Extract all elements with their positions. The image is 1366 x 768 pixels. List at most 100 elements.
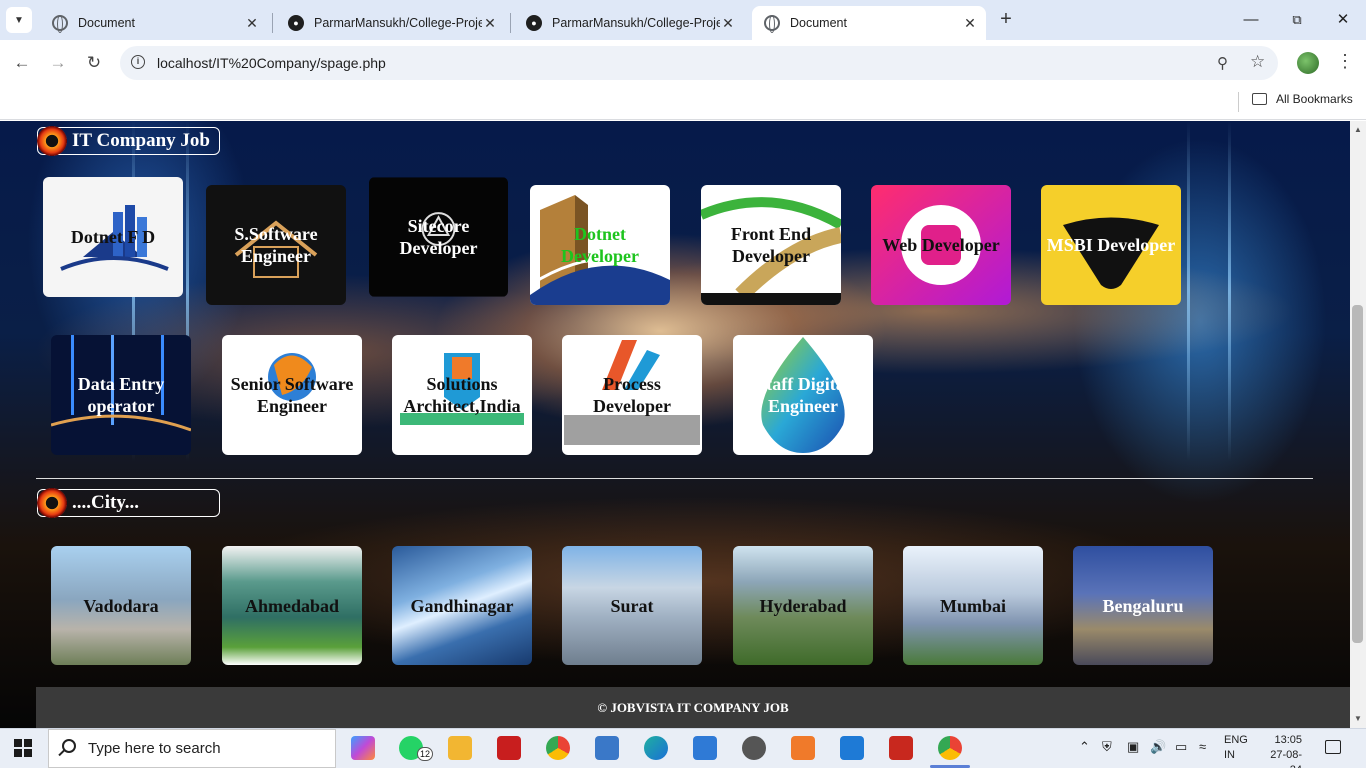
chrome-icon[interactable] (546, 736, 570, 760)
restore-button[interactable]: ⧉ (1274, 6, 1320, 34)
tray-chevron-icon[interactable]: ⌃ (1079, 739, 1090, 755)
jobs-section-heading: IT Company Job (37, 126, 220, 156)
search-icon (62, 739, 76, 753)
zoom-icon[interactable]: ⚲ (1217, 54, 1228, 72)
tab-document-active[interactable]: Document ✕ (752, 6, 986, 40)
security-shield-icon[interactable]: ⛨ (1102, 739, 1112, 755)
tab-github-1[interactable]: ● ParmarMansukh/College-Project ✕ (276, 6, 506, 40)
city-card-label: Surat (610, 595, 654, 616)
mail-icon[interactable] (693, 736, 717, 760)
volume-icon[interactable]: 🔊 (1150, 739, 1166, 755)
edge-icon[interactable] (644, 736, 668, 760)
job-card[interactable]: Front End Developer (701, 185, 841, 305)
tab-document-1[interactable]: Document ✕ (40, 6, 268, 40)
city-card[interactable]: Hyderabad (733, 546, 873, 665)
company-logo-icon (37, 126, 67, 156)
job-card-label: Process Developer (593, 374, 671, 416)
job-card-label: Sitecore Developer (399, 216, 478, 258)
xampp-icon[interactable] (791, 736, 815, 760)
windows-start-icon[interactable] (14, 739, 32, 757)
job-card[interactable]: Data Entry operator (51, 335, 191, 455)
city-card[interactable]: Vadodara (51, 546, 191, 665)
media-player-icon[interactable] (889, 736, 913, 760)
browser-menu-icon[interactable]: ⋮ (1336, 51, 1354, 71)
scroll-up-icon[interactable]: ▲ (1354, 125, 1362, 134)
bg-light-stripe (1228, 121, 1231, 461)
close-icon[interactable]: ✕ (244, 15, 260, 32)
scrollbar-thumb[interactable] (1352, 305, 1363, 643)
language-indicator[interactable]: ENG IN (1224, 733, 1248, 763)
copilot-icon[interactable] (351, 736, 375, 760)
job-card-label: S.Software Engineer (234, 224, 318, 266)
job-card[interactable]: Sitecore Developer (369, 177, 508, 297)
city-card-label: Hyderabad (759, 595, 847, 616)
company-logo-icon (37, 488, 67, 518)
job-card-label: Web Developer (882, 235, 1000, 255)
close-icon[interactable]: ✕ (720, 15, 736, 32)
globe-icon (764, 15, 780, 33)
job-card-label: Dotnet Developer (561, 224, 639, 266)
city-card-label: Gandhinagar (410, 595, 514, 616)
battery-icon[interactable]: ▭ (1175, 739, 1187, 755)
lang-line-2: IN (1224, 749, 1235, 761)
taskbar-search-placeholder[interactable]: Type here to search (88, 740, 221, 757)
site-info-icon[interactable]: i (131, 55, 145, 69)
job-card-label: Senior Software Engineer (230, 374, 354, 416)
job-card[interactable]: Dotnet Developer (530, 185, 670, 305)
close-icon[interactable]: ✕ (962, 15, 978, 32)
close-icon[interactable]: ✕ (482, 15, 498, 32)
job-card[interactable]: Web Developer (871, 185, 1011, 305)
city-card-label: Vadodara (83, 595, 159, 616)
profile-avatar[interactable] (1297, 52, 1319, 74)
address-url[interactable]: localhost/IT%20Company/spage.php (157, 55, 386, 71)
bookmarks-bar (0, 86, 1366, 120)
tab-github-2[interactable]: ● ParmarMansukh/College-Project ✕ (514, 6, 744, 40)
city-card[interactable]: Bengaluru (1073, 546, 1213, 665)
job-card-label: Solutions Architect,India (403, 374, 521, 416)
city-card[interactable]: Surat (562, 546, 702, 665)
lang-line-1: ENG (1224, 734, 1248, 746)
job-card[interactable]: MSBI Developer (1041, 185, 1181, 305)
page-content: IT Company Job Dotnet F D S.Software Eng… (0, 121, 1350, 728)
window-close-button[interactable]: ✕ (1320, 6, 1366, 34)
control-panel-icon[interactable] (595, 736, 619, 760)
job-card-label: Staff Digital Engineer (756, 374, 850, 416)
tab-separator (510, 13, 511, 33)
job-card[interactable]: Staff Digital Engineer (733, 335, 873, 455)
folder-icon[interactable] (1252, 93, 1267, 105)
taskbar-clock[interactable]: 13:05 27-08-24 (1258, 733, 1302, 768)
job-card[interactable]: Dotnet F D (43, 177, 183, 297)
job-card[interactable]: S.Software Engineer (206, 185, 346, 305)
tab-separator (272, 13, 273, 33)
job-card[interactable]: Process Developer (562, 335, 702, 455)
back-arrow-icon[interactable]: ← (10, 51, 34, 75)
job-card[interactable]: Solutions Architect,India (392, 335, 532, 455)
job-card[interactable]: Senior Software Engineer (222, 335, 362, 455)
clock-date: 27-08-24 (1270, 749, 1302, 768)
scroll-down-icon[interactable]: ▼ (1354, 714, 1362, 723)
minimize-button[interactable]: — (1228, 6, 1274, 34)
city-section-heading: ....City... (37, 488, 220, 518)
vscode-icon[interactable] (840, 736, 864, 760)
wifi-icon[interactable]: ≈ (1199, 739, 1206, 754)
new-tab-button[interactable]: + (994, 8, 1018, 32)
job-card-label: Data Entry operator (77, 374, 165, 416)
settings-gear-icon[interactable] (742, 736, 766, 760)
all-bookmarks-link[interactable]: All Bookmarks (1276, 92, 1353, 106)
job-card-label: Dotnet F D (70, 227, 156, 247)
notification-icon[interactable] (1325, 740, 1341, 754)
acrobat-icon[interactable] (497, 736, 521, 760)
meet-icon[interactable]: ▣ (1127, 739, 1139, 755)
tab-search-chevron-icon[interactable]: ▼ (6, 7, 32, 33)
jobs-heading-text: IT Company Job (72, 130, 210, 151)
city-card[interactable]: Gandhinagar (392, 546, 532, 665)
city-card[interactable]: Ahmedabad (222, 546, 362, 665)
city-card[interactable]: Mumbai (903, 546, 1043, 665)
reload-icon[interactable]: ↻ (82, 51, 106, 75)
section-divider (36, 478, 1313, 479)
globe-icon (52, 15, 68, 33)
file-explorer-icon[interactable] (448, 736, 472, 760)
bookmark-star-icon[interactable]: ☆ (1250, 52, 1265, 72)
forward-arrow-icon[interactable]: → (46, 51, 70, 75)
chrome-active-icon[interactable] (938, 736, 962, 760)
